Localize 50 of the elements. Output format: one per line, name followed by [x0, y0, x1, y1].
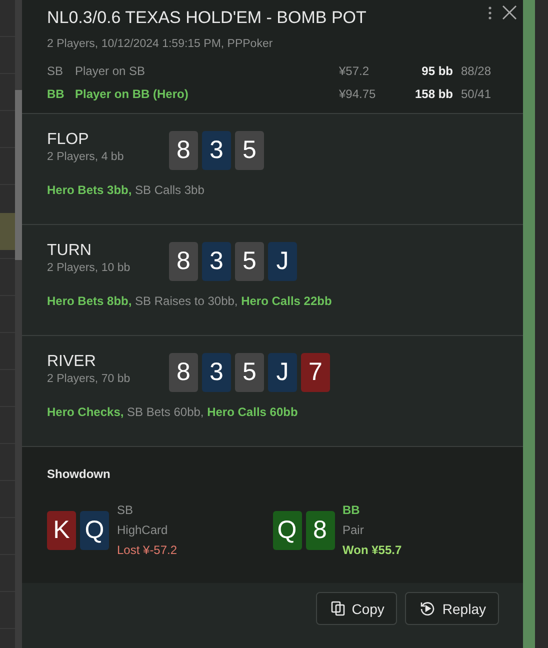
playing-card: 5 — [235, 242, 264, 281]
more-icon[interactable] — [488, 6, 492, 20]
showdown-title: Showdown — [47, 467, 112, 481]
copy-button[interactable]: Copy — [316, 592, 398, 625]
player-name: Player on BB (Hero) — [75, 87, 190, 101]
player-amount: ¥57.2 — [339, 64, 370, 78]
result-amount: Won ¥55.7 — [342, 543, 402, 557]
playing-card: Q — [272, 510, 302, 550]
hand-rank: HighCard — [117, 523, 169, 537]
playing-card: K — [47, 510, 76, 550]
street-info: 2 Players, 70 bb — [47, 373, 132, 385]
result-amount: Lost ¥-57.2 — [117, 543, 178, 557]
playing-card: 7 — [301, 353, 330, 392]
replay-icon — [420, 601, 436, 616]
hand-title: NL0.3/0.6 TEXAS HOLD'EM - BOMB POT — [47, 8, 366, 28]
playing-card: J — [268, 353, 297, 392]
playing-card: 8 — [169, 353, 198, 392]
copy-icon — [330, 601, 345, 616]
street-name: RIVER — [47, 353, 97, 371]
action-line: Hero Bets 3bb, SB Calls 3bb — [47, 183, 206, 197]
player-position: SB — [117, 503, 134, 517]
player-position: SB — [47, 64, 64, 78]
player-stack: 95 bb — [420, 64, 454, 78]
street-name: TURN — [47, 242, 92, 260]
playing-card: 3 — [202, 353, 231, 392]
player-stack: 158 bb — [414, 87, 454, 101]
playing-card: 5 — [235, 353, 264, 392]
street-name: FLOP — [47, 131, 90, 149]
playing-card: 3 — [202, 131, 231, 170]
player-stats: 50/41 — [461, 87, 492, 101]
playing-card: 3 — [202, 242, 231, 281]
replay-button[interactable]: Replay — [405, 592, 499, 625]
action-line: Hero Bets 8bb, SB Raises to 30bb, Hero Calls 22bb — [47, 294, 333, 308]
hand-subtitle: 2 Players, 10/12/2024 1:59:15 PM, PPPoker — [47, 38, 274, 50]
player-position: BB — [342, 503, 361, 517]
player-amount: ¥94.75 — [339, 87, 377, 101]
playing-card: 8 — [306, 510, 334, 550]
street-info: 2 Players, 4 bb — [47, 151, 125, 163]
player-name: Player on SB — [75, 64, 146, 78]
player-position: BB — [47, 87, 66, 101]
playing-card: 5 — [235, 131, 264, 170]
playing-card: Q — [80, 510, 109, 550]
hand-rank: Pair — [342, 523, 365, 537]
action-line: Hero Checks, SB Bets 60bb, Hero Calls 60bb — [47, 405, 299, 419]
close-icon[interactable] — [502, 5, 517, 20]
playing-card: 8 — [169, 131, 198, 170]
playing-card: J — [268, 242, 297, 281]
player-stats: 88/28 — [461, 64, 492, 78]
street-info: 2 Players, 10 bb — [47, 262, 132, 274]
playing-card: 8 — [169, 242, 198, 281]
